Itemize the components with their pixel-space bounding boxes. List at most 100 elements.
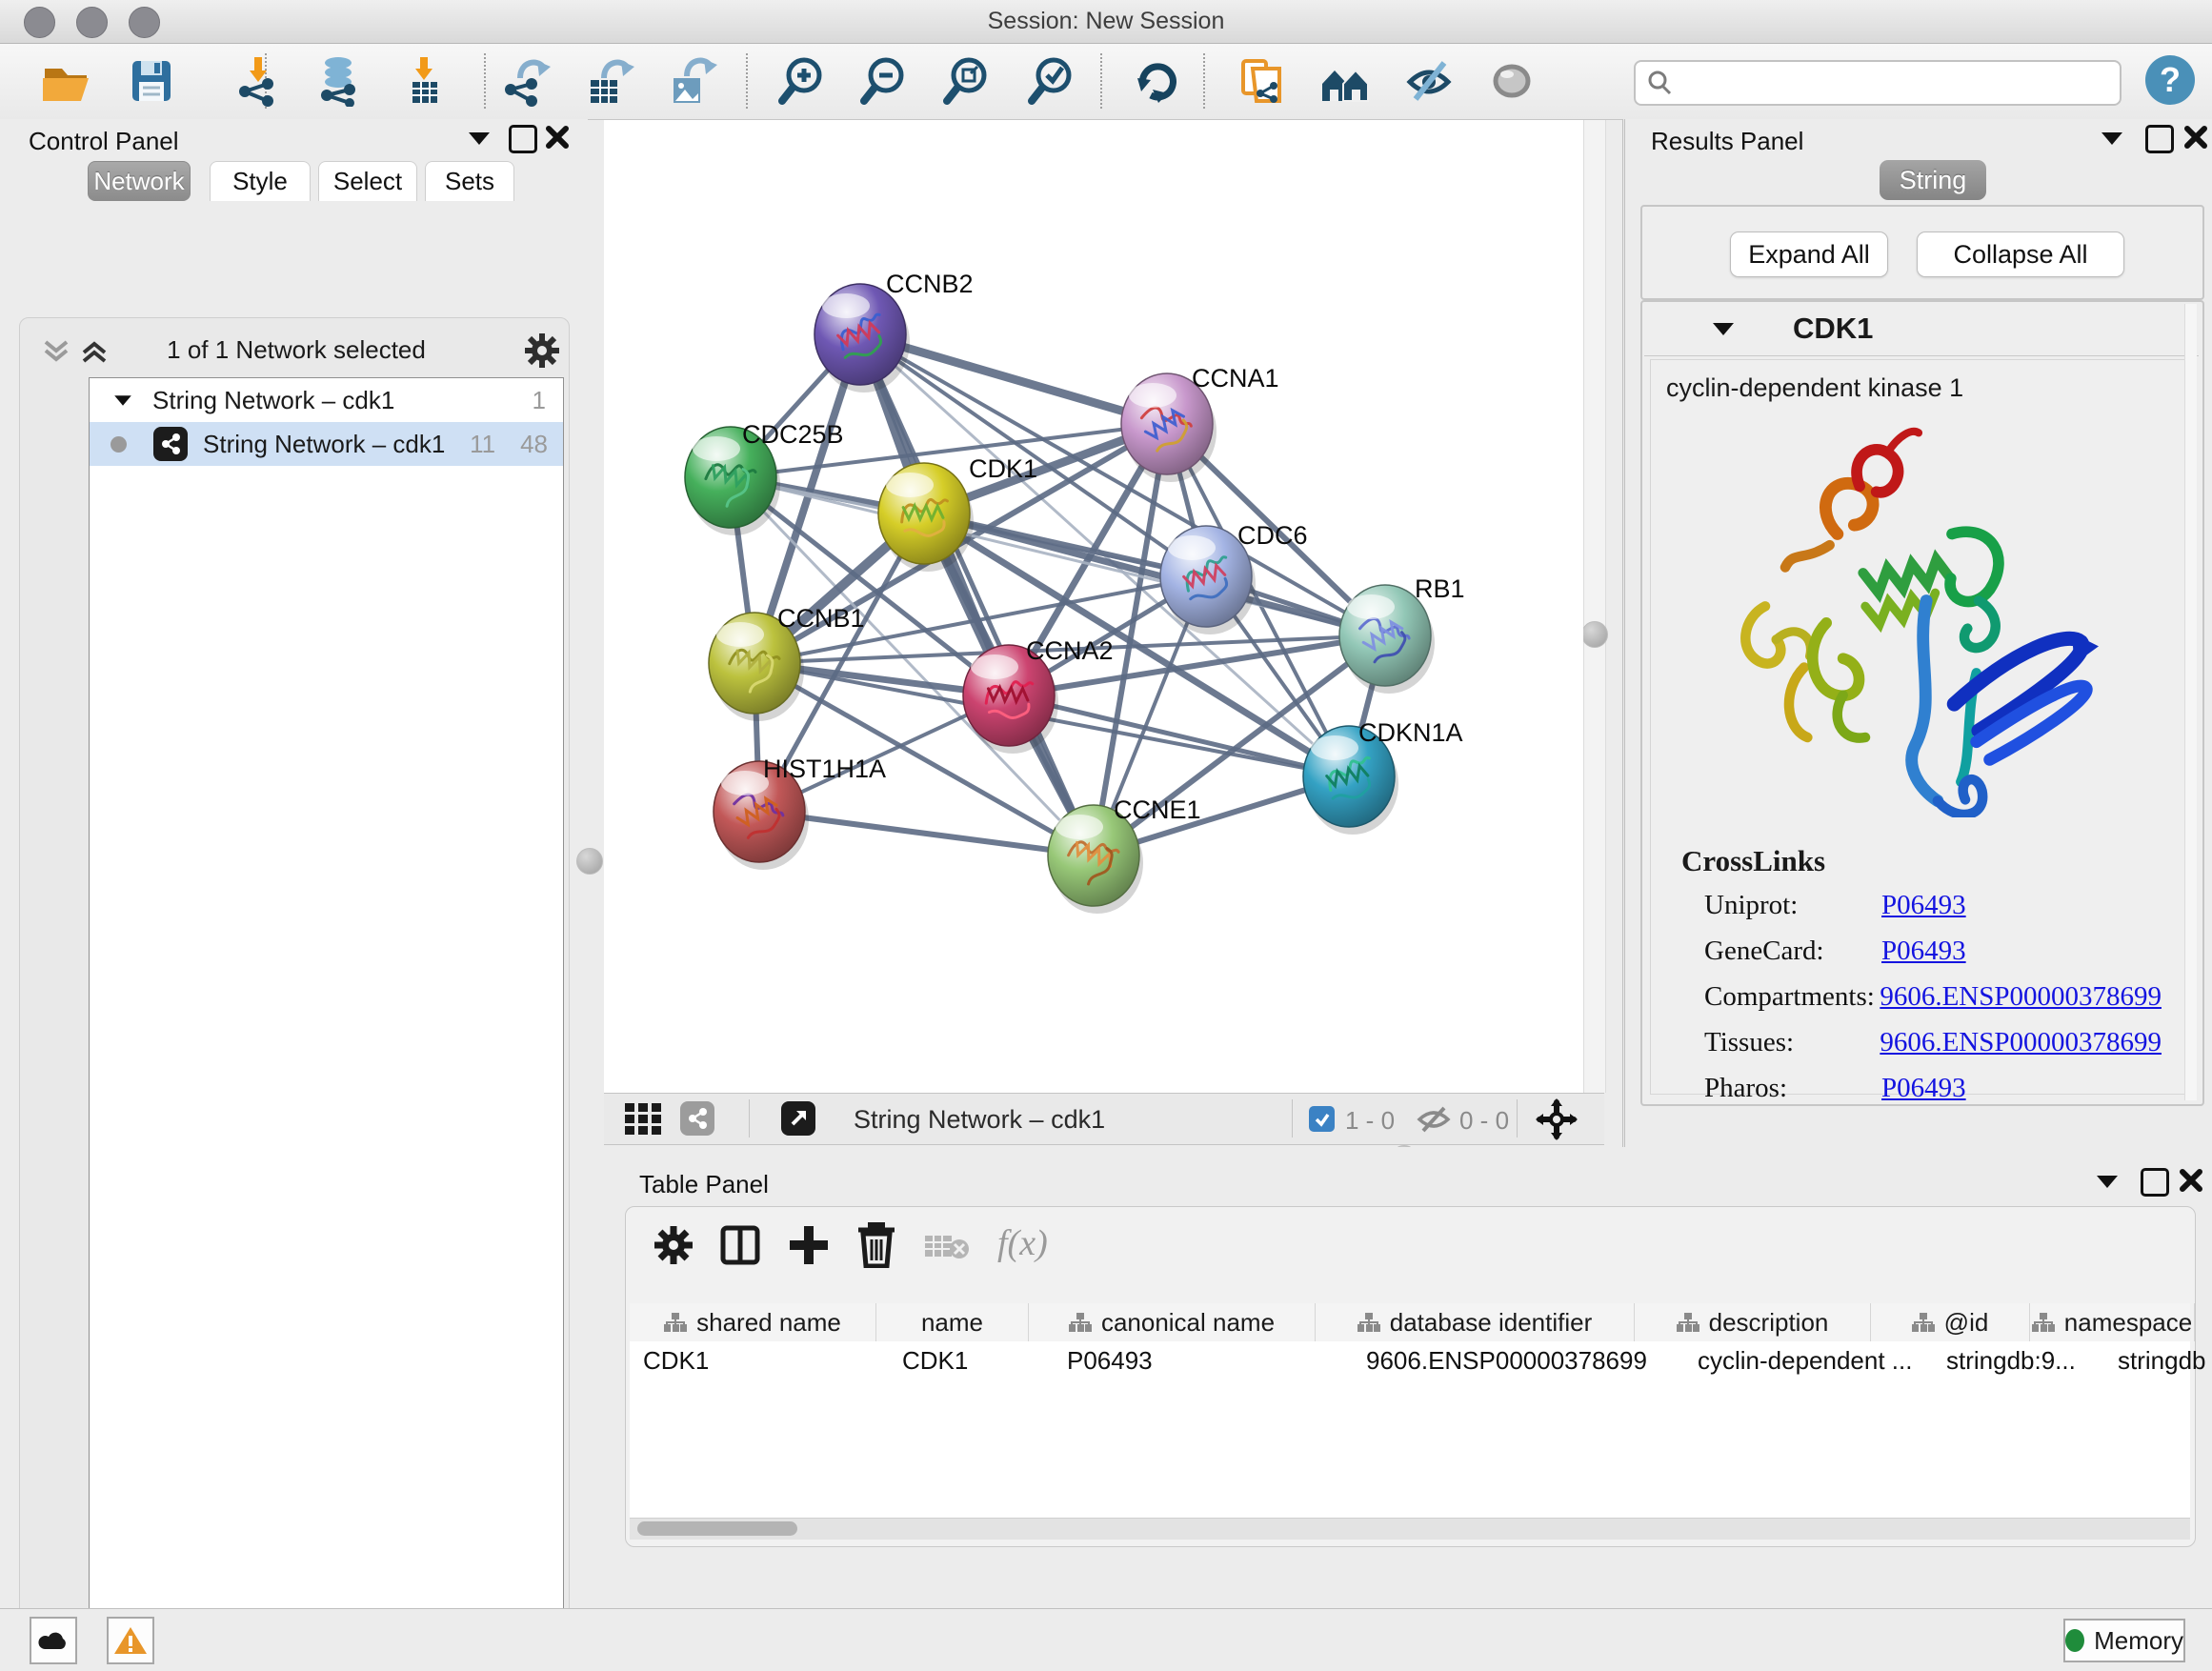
control-panel-close-button[interactable] xyxy=(545,125,570,154)
memory-button[interactable]: Memory xyxy=(2063,1619,2185,1662)
column-header-shared-name[interactable]: shared name xyxy=(630,1303,876,1341)
string-network-graph[interactable]: CCNB2CCNA1CDC25BCDK1CDC6RB1CCNB1CCNA2CDK… xyxy=(604,120,1583,1093)
table-panel-close-button[interactable] xyxy=(2179,1168,2203,1198)
refresh-layout-button[interactable] xyxy=(1129,52,1184,108)
node-CCNA1[interactable]: CCNA1 xyxy=(1121,364,1279,482)
collapse-all-button[interactable]: Collapse All xyxy=(1917,232,2124,277)
network-canvas[interactable]: CCNB2CCNA1CDC25BCDK1CDC6RB1CCNB1CCNA2CDK… xyxy=(604,120,1583,1093)
zoom-out-button[interactable] xyxy=(855,52,911,108)
hidden-eye-slash-icon[interactable] xyxy=(1416,1104,1452,1135)
import-table-file-button[interactable] xyxy=(396,52,452,108)
detach-view-button[interactable] xyxy=(781,1101,815,1136)
network-row-selected[interactable]: String Network – cdk1 11 48 xyxy=(90,422,563,466)
column-header-description[interactable]: description xyxy=(1635,1303,1871,1341)
network-tab-content: 1 of 1 Network selected String Network –… xyxy=(19,317,570,1671)
node-CCNE1[interactable]: CCNE1 xyxy=(1048,795,1201,914)
crosslink-link[interactable]: P06493 xyxy=(1881,890,1966,921)
zoom-selected-button[interactable] xyxy=(1023,52,1078,108)
preview-eye-button[interactable] xyxy=(1484,52,1539,108)
gear-icon[interactable] xyxy=(523,332,561,370)
crosslink-label: Tissues: xyxy=(1704,1027,1880,1058)
control-panel-float-button[interactable] xyxy=(469,132,490,145)
add-column-icon[interactable] xyxy=(786,1222,832,1268)
network-view-share-icon[interactable] xyxy=(680,1101,714,1136)
cell-database-identifier[interactable]: 9606.ENSP00000378699 xyxy=(1353,1341,1684,1379)
edge-HIST1H1A-CCNE1[interactable] xyxy=(759,812,1094,856)
help-button[interactable]: ? xyxy=(2145,55,2195,105)
cell-namespace[interactable]: stringdb xyxy=(2104,1341,2212,1379)
selected-checkbox-icon[interactable] xyxy=(1309,1106,1335,1132)
crosslink-link[interactable]: 9606.ENSP00000378699 xyxy=(1880,1027,2162,1058)
export-table-button[interactable] xyxy=(580,52,635,108)
import-network-database-button[interactable] xyxy=(311,52,366,108)
table-panel-float-button[interactable] xyxy=(2097,1176,2118,1188)
cell--id[interactable]: stringdb:9... xyxy=(1933,1341,2104,1379)
expand-all-button[interactable]: Expand All xyxy=(1730,232,1888,277)
delete-column-trash-icon[interactable] xyxy=(855,1220,898,1268)
tab-string[interactable]: String xyxy=(1880,160,1986,200)
cell-description[interactable]: cyclin-dependent ... xyxy=(1684,1341,1933,1379)
string-import-button[interactable] xyxy=(1233,52,1288,108)
gene-header-row[interactable]: CDK1 xyxy=(1644,302,2199,356)
node-CCNA2[interactable]: CCNA2 xyxy=(963,636,1114,754)
column-header-namespace[interactable]: namespace xyxy=(2030,1303,2195,1341)
tree-expander-icon[interactable] xyxy=(114,395,131,405)
gene-expander-icon[interactable] xyxy=(1713,323,1734,335)
table-empty-area xyxy=(630,1379,2190,1518)
crosslink-link[interactable]: 9606.ENSP00000378699 xyxy=(1880,981,2162,1013)
right-splitter-handle[interactable] xyxy=(1581,621,1608,648)
grid-view-icon[interactable] xyxy=(625,1103,665,1136)
column-header-canonical-name[interactable]: canonical name xyxy=(1029,1303,1316,1341)
tab-select[interactable]: Select xyxy=(318,161,417,201)
memory-status-dot xyxy=(2065,1629,2084,1652)
results-panel-float-button[interactable] xyxy=(2101,132,2122,145)
network-results-splitter[interactable] xyxy=(1583,120,1606,1093)
node-HIST1H1A[interactable]: HIST1H1A xyxy=(714,755,886,870)
table-row[interactable]: CDK1CDK1P064939606.ENSP00000378699cyclin… xyxy=(630,1341,2190,1379)
tab-style[interactable]: Style xyxy=(210,161,311,201)
search-input[interactable] xyxy=(1674,69,2087,97)
warning-button[interactable] xyxy=(107,1617,154,1664)
save-session-button[interactable] xyxy=(124,52,179,108)
node-CDKN1A[interactable]: CDKN1A xyxy=(1303,718,1463,835)
open-session-button[interactable] xyxy=(38,52,93,108)
cell-canonical-name[interactable]: P06493 xyxy=(1054,1341,1353,1379)
export-image-button[interactable] xyxy=(663,52,718,108)
birdseye-crosshair-icon[interactable] xyxy=(1536,1098,1578,1140)
crosslink-link[interactable]: P06493 xyxy=(1881,1073,1966,1104)
control-panel-maximize-button[interactable] xyxy=(509,125,537,153)
results-scrollbar[interactable] xyxy=(2184,304,2197,1100)
zoom-in-button[interactable] xyxy=(774,52,829,108)
cloud-button[interactable] xyxy=(30,1617,77,1664)
network-collection-row[interactable]: String Network – cdk1 1 xyxy=(90,378,563,422)
string-home-button[interactable] xyxy=(1317,52,1373,108)
node-CDC25B[interactable]: CDC25B xyxy=(685,420,844,535)
hide-unhide-button[interactable] xyxy=(1401,52,1457,108)
node-CCNB2[interactable]: CCNB2 xyxy=(814,270,974,393)
results-panel-close-button[interactable] xyxy=(2183,125,2208,154)
zoom-fit-button[interactable] xyxy=(938,52,994,108)
left-splitter-handle[interactable] xyxy=(576,848,603,875)
crosslink-link[interactable]: P06493 xyxy=(1881,936,1966,967)
collapse-all-chevron-icon[interactable] xyxy=(41,339,73,364)
export-network-button[interactable] xyxy=(498,52,553,108)
column-header-database-identifier[interactable]: database identifier xyxy=(1316,1303,1635,1341)
current-network-dot-icon xyxy=(111,436,127,453)
table-gear-icon[interactable] xyxy=(653,1224,694,1266)
window-title: Session: New Session xyxy=(0,8,2212,35)
column-header--id[interactable]: @id xyxy=(1871,1303,2030,1341)
tab-network[interactable]: Network xyxy=(88,161,191,201)
table-horizontal-scrollbar[interactable] xyxy=(630,1518,2190,1540)
expand-all-chevron-icon[interactable] xyxy=(79,339,111,364)
scrollbar-thumb[interactable] xyxy=(637,1521,797,1536)
network-row-label: String Network – cdk1 xyxy=(203,430,445,459)
column-header-name[interactable]: name xyxy=(876,1303,1029,1341)
import-network-file-button[interactable] xyxy=(231,52,286,108)
table-panel-maximize-button[interactable] xyxy=(2141,1168,2169,1197)
cell-shared-name[interactable]: CDK1 xyxy=(630,1341,889,1379)
split-columns-icon[interactable] xyxy=(717,1222,763,1268)
node-RB1[interactable]: RB1 xyxy=(1339,574,1465,694)
cell-name[interactable]: CDK1 xyxy=(889,1341,1054,1379)
tab-sets[interactable]: Sets xyxy=(425,161,514,201)
results-panel-maximize-button[interactable] xyxy=(2145,125,2174,153)
